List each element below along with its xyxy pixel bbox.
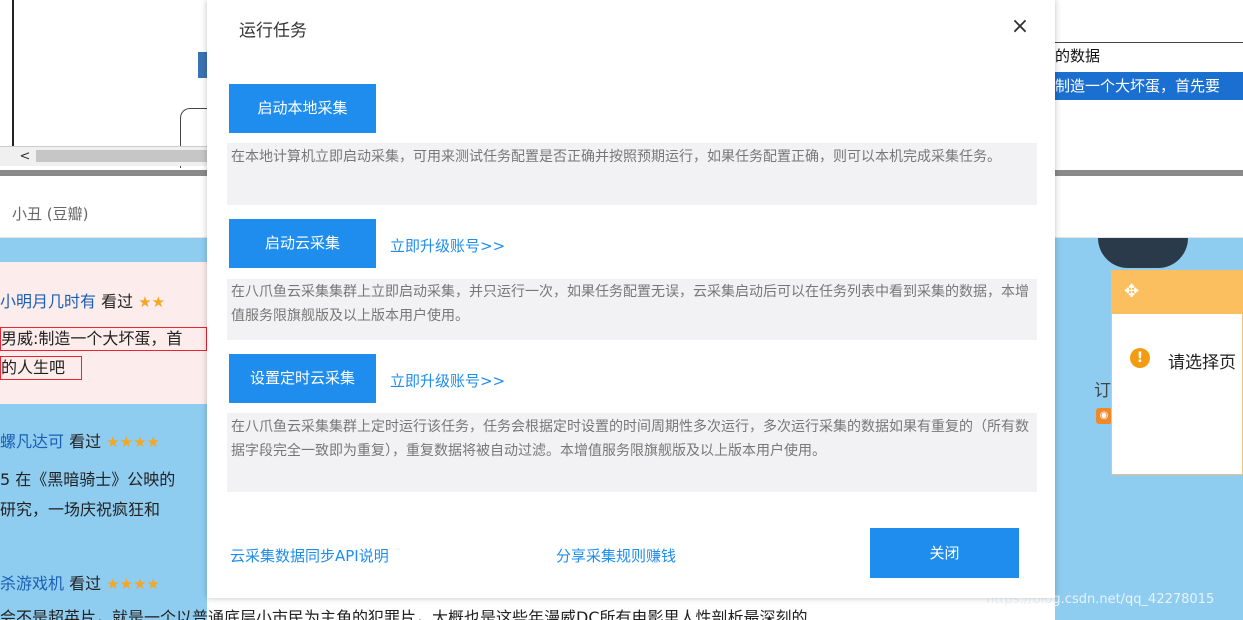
close-button[interactable]: 关闭 <box>870 528 1019 578</box>
rating-stars: ★★ <box>138 293 166 311</box>
review-text-line: 5 在《黑暗骑士》公映的 <box>0 470 176 489</box>
cloud-collection-description: 在八爪鱼云采集集群上立即启动采集，并只运行一次，如果任务配置无误，云采集启动后可… <box>227 279 1037 340</box>
start-cloud-collection-button[interactable]: 启动云采集 <box>229 219 376 268</box>
review-header: 螺凡达可 看过 ★★★★ <box>0 428 160 452</box>
upgrade-account-link[interactable]: 立即升级账号>> <box>390 235 505 256</box>
reviewer-name[interactable]: 小明月几时有 <box>0 292 96 311</box>
info-icon: ! <box>1130 348 1150 368</box>
share-rules-link[interactable]: 分享采集规则赚钱 <box>556 545 676 566</box>
review-status: 看过 <box>101 292 134 311</box>
editor-frame-edge <box>0 0 14 150</box>
review-header: 小明月几时有 看过 ★★ <box>0 288 165 312</box>
reviewer-name[interactable]: 杀游戏机 <box>0 574 64 593</box>
data-preview-selected-row[interactable]: 制造一个大坏蛋，首先要 <box>1055 72 1243 100</box>
api-docs-link[interactable]: 云采集数据同步API说明 <box>230 545 389 566</box>
local-collection-description: 在本地计算机立即启动采集，可用来测试任务配置是否正确并按照预期运行，如果任务配置… <box>227 143 1037 205</box>
review-text-line: 的人生吧 <box>0 356 82 380</box>
data-preview-header: 的数据 <box>1055 47 1101 65</box>
review-header: 杀游戏机 看过 ★★★★ <box>0 570 160 594</box>
rss-icon[interactable]: ◉ <box>1096 408 1112 424</box>
dialog-title: 运行任务 <box>239 21 307 41</box>
close-icon[interactable]: × <box>1008 13 1032 41</box>
move-icon[interactable]: ✥ <box>1124 281 1139 302</box>
notice-message: 请选择页 <box>1168 353 1236 373</box>
schedule-cloud-collection-button[interactable]: 设置定时云采集 <box>229 354 376 403</box>
scrollbar-thumb[interactable] <box>36 150 207 162</box>
review-status: 看过 <box>69 432 102 451</box>
review-text-line: 男威:制造一个大坏蛋，首 <box>0 327 207 351</box>
start-local-collection-button[interactable]: 启动本地采集 <box>229 84 376 133</box>
upgrade-account-link[interactable]: 立即升级账号>> <box>390 370 505 391</box>
review-status: 看过 <box>69 574 102 593</box>
rating-stars: ★★★★ <box>106 433 161 451</box>
sidebar-label: 订 <box>1094 381 1111 401</box>
rating-stars: ★★★★ <box>106 575 161 593</box>
user-name[interactable]: 小丑 (豆瓣) <box>12 203 88 224</box>
scroll-left-icon[interactable]: < <box>16 149 34 165</box>
scheduled-collection-description: 在八爪鱼云采集集群上定时运行该任务，任务会根据定时设置的时间周期性多次运行，多次… <box>227 413 1037 492</box>
reviewer-name[interactable]: 螺凡达可 <box>0 432 64 451</box>
review-text-line: 研究，一场庆祝疯狂和 <box>0 500 161 519</box>
